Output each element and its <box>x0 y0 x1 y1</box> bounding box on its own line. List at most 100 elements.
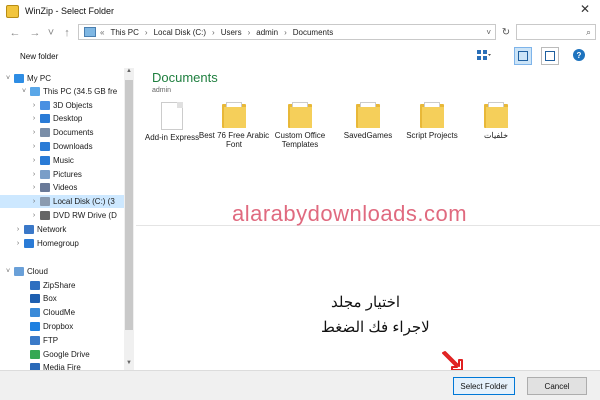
sidebar-item-downloads[interactable]: › Downloads <box>0 140 124 153</box>
address-segment-users[interactable]: Users <box>221 28 242 37</box>
sidebar-item-documents[interactable]: › Documents <box>0 126 124 139</box>
sidebar-item-box[interactable]: Box <box>0 292 124 305</box>
sidebar-item-label: 3D Objects <box>53 101 93 110</box>
sidebar-item-label: Network <box>37 225 67 234</box>
preview-pane-button[interactable] <box>514 47 532 65</box>
sidebar-item-label: Cloud <box>27 267 48 276</box>
address-segment-this-pc[interactable]: This PC <box>110 28 138 37</box>
sidebar-item-music[interactable]: › Music <box>0 154 124 167</box>
scrollbar-thumb[interactable] <box>125 80 133 330</box>
sidebar-item-label: Music <box>53 156 74 165</box>
folder-icon <box>288 102 312 128</box>
expand-arrow-icon[interactable]: › <box>30 171 38 178</box>
expand-arrow-icon[interactable]: › <box>30 184 38 191</box>
location-subtitle: admin <box>152 87 172 94</box>
expand-arrow-icon[interactable]: › <box>30 143 38 150</box>
sidebar-item-desktop[interactable]: › Desktop <box>0 112 124 125</box>
sidebar-item-google-drive[interactable]: Google Drive <box>0 348 124 361</box>
sidebar-item-dvd-drive[interactable]: › DVD RW Drive (D <box>0 209 124 222</box>
sidebar-item-ftp[interactable]: FTP <box>0 334 124 347</box>
folder-item[interactable]: خلفيات <box>460 102 532 140</box>
cloudme-icon <box>30 308 40 317</box>
expand-arrow-icon[interactable]: › <box>30 129 38 136</box>
new-folder-button[interactable]: New folder <box>20 52 58 61</box>
folder-item[interactable]: SavedGames <box>332 102 404 140</box>
desktop-icon <box>40 114 50 123</box>
sidebar-item-cloud[interactable]: ˅ Cloud <box>0 265 124 278</box>
sidebar-item-media-fire[interactable]: Media Fire <box>0 361 124 370</box>
sidebar-item-cloudme[interactable]: CloudMe <box>0 306 124 319</box>
sidebar-item-label: Pictures <box>53 170 82 179</box>
address-separator[interactable]: › <box>145 28 148 37</box>
refresh-button[interactable]: ↻ <box>499 25 513 39</box>
change-view-icon[interactable] <box>477 49 491 61</box>
expand-arrow-icon[interactable]: › <box>30 212 38 219</box>
winzip-icon <box>6 4 19 18</box>
help-button[interactable]: ? <box>573 49 585 61</box>
sidebar-item-videos[interactable]: › Videos <box>0 181 124 194</box>
sidebar-item-label: My PC <box>27 74 51 83</box>
collapse-arrow-icon[interactable]: ˅ <box>4 75 12 82</box>
address-dropdown-button[interactable]: ˅ <box>486 28 491 37</box>
address-separator[interactable]: › <box>248 28 251 37</box>
sidebar-item-label: Media Fire <box>43 363 81 370</box>
collapse-arrow-icon[interactable]: ˅ <box>4 268 12 275</box>
google-drive-icon <box>30 350 40 359</box>
address-bar[interactable]: « This PC › Local Disk (C:) › Users › ad… <box>78 24 496 40</box>
sidebar-item-pictures[interactable]: › Pictures <box>0 168 124 181</box>
sidebar-item-network[interactable]: › Network <box>0 223 124 236</box>
address-segment-documents[interactable]: Documents <box>293 28 333 37</box>
folder-item[interactable]: Script Projects <box>396 102 468 140</box>
address-segment-local-disk[interactable]: Local Disk (C:) <box>154 28 206 37</box>
dropbox-icon <box>30 322 40 331</box>
recent-locations-button[interactable]: ˅ <box>44 25 58 41</box>
expand-arrow-icon[interactable]: › <box>30 115 38 122</box>
address-separator[interactable]: › <box>212 28 215 37</box>
cancel-button[interactable]: Cancel <box>527 377 587 395</box>
sidebar-item-label: Dropbox <box>43 322 74 331</box>
location-title: Documents <box>152 70 218 85</box>
expand-arrow-icon[interactable]: › <box>30 102 38 109</box>
music-icon <box>40 156 50 165</box>
folder-item[interactable]: Best 76 Free Arabic Font <box>198 102 270 149</box>
search-input[interactable]: ⌕ <box>516 24 596 40</box>
address-segment-admin[interactable]: admin <box>256 28 278 37</box>
collapse-arrow-icon[interactable]: ˅ <box>20 88 28 95</box>
details-pane-button[interactable] <box>541 47 559 65</box>
close-button[interactable]: ✕ <box>570 0 600 18</box>
sidebar-item-my-pc[interactable]: ˅ My PC <box>0 72 124 85</box>
expand-arrow-icon[interactable]: › <box>14 240 22 247</box>
sidebar-item-dropbox[interactable]: Dropbox <box>0 320 124 333</box>
folder-item[interactable]: Custom Office Templates <box>264 102 336 149</box>
select-folder-button[interactable]: Select Folder <box>453 377 515 395</box>
sidebar-item-label: This PC (34.5 GB fre <box>43 87 118 96</box>
sidebar-item-label: Downloads <box>53 142 93 151</box>
sidebar-item-label: Homegroup <box>37 239 79 248</box>
sidebar-item-label: CloudMe <box>43 308 76 317</box>
sidebar-item-zipshare[interactable]: ZipShare <box>0 279 124 292</box>
navigation-pane-scrollbar[interactable]: ▲ ▼ <box>124 68 134 370</box>
3d-objects-icon <box>40 101 50 110</box>
homegroup-icon <box>24 239 34 248</box>
expand-arrow-icon[interactable]: › <box>30 157 38 164</box>
scroll-up-arrow[interactable]: ▲ <box>124 68 134 78</box>
sidebar-item-label: Box <box>43 294 57 303</box>
expand-arrow-icon[interactable]: › <box>30 198 38 205</box>
address-separator[interactable]: › <box>284 28 287 37</box>
sidebar-item-local-disk[interactable]: › Local Disk (C:) (3 <box>0 195 124 208</box>
address-overflow[interactable]: « <box>100 28 104 37</box>
videos-icon <box>40 183 50 192</box>
documents-icon <box>40 128 50 137</box>
dialog-footer: Select Folder Cancel <box>0 370 600 400</box>
downloads-icon <box>40 142 50 151</box>
scroll-down-arrow[interactable]: ▼ <box>124 360 134 370</box>
forward-button[interactable]: → <box>28 25 42 41</box>
folder-icon <box>222 102 246 128</box>
up-button[interactable]: ↑ <box>60 25 74 41</box>
this-pc-icon <box>84 27 96 37</box>
expand-arrow-icon[interactable]: › <box>14 226 22 233</box>
sidebar-item-3d-objects[interactable]: › 3D Objects <box>0 99 124 112</box>
sidebar-item-homegroup[interactable]: › Homegroup <box>0 237 124 250</box>
sidebar-item-this-pc[interactable]: ˅ This PC (34.5 GB fre <box>0 85 124 98</box>
back-button[interactable]: ← <box>8 25 22 41</box>
